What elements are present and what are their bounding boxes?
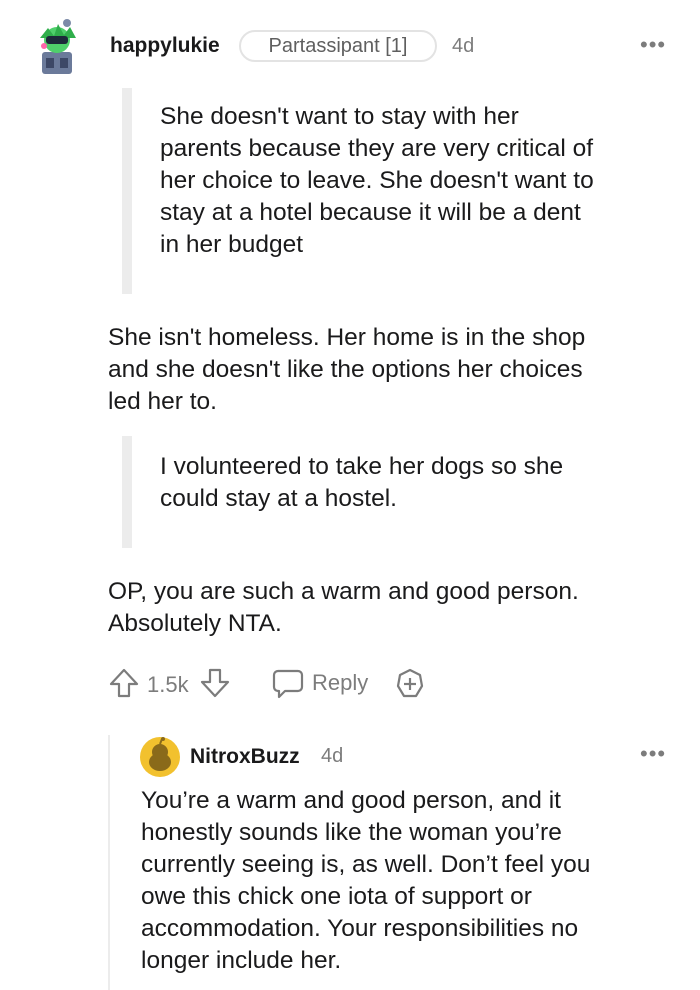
quote-text: She doesn't want to stay with her parent…	[160, 103, 594, 258]
thread-line[interactable]	[108, 735, 110, 990]
quote-bar	[122, 88, 132, 294]
reply-username[interactable]: NitroxBuzz	[190, 745, 300, 769]
reply-button[interactable]	[271, 668, 305, 700]
comment-paragraph: OP, you are such a warm and good person.…	[108, 578, 579, 637]
reply-text: You’re a warm and good person, and it ho…	[141, 787, 591, 974]
comment-paragraph: She isn't homeless. Her home is in the s…	[108, 324, 586, 415]
snoo-avatar-icon[interactable]	[140, 737, 180, 777]
more-options-button[interactable]: •••	[640, 741, 666, 767]
comment-username[interactable]: happylukie	[110, 34, 220, 58]
quote-bar	[122, 436, 132, 548]
more-options-button[interactable]: •••	[640, 32, 666, 58]
reply-icon	[272, 669, 304, 699]
vote-count: 1.5k	[147, 672, 189, 697]
reply-label[interactable]: Reply	[312, 670, 368, 696]
downvote-icon[interactable]	[199, 667, 231, 699]
upvote-icon[interactable]	[108, 667, 140, 699]
reply-age: 4d	[321, 745, 344, 767]
comment-age: 4d	[452, 35, 475, 57]
quote-text: I volunteered to take her dogs so she co…	[160, 453, 564, 512]
user-avatar[interactable]	[34, 18, 80, 76]
user-flair-badge: Partassipant [1]	[239, 30, 437, 62]
award-icon[interactable]	[393, 667, 427, 701]
